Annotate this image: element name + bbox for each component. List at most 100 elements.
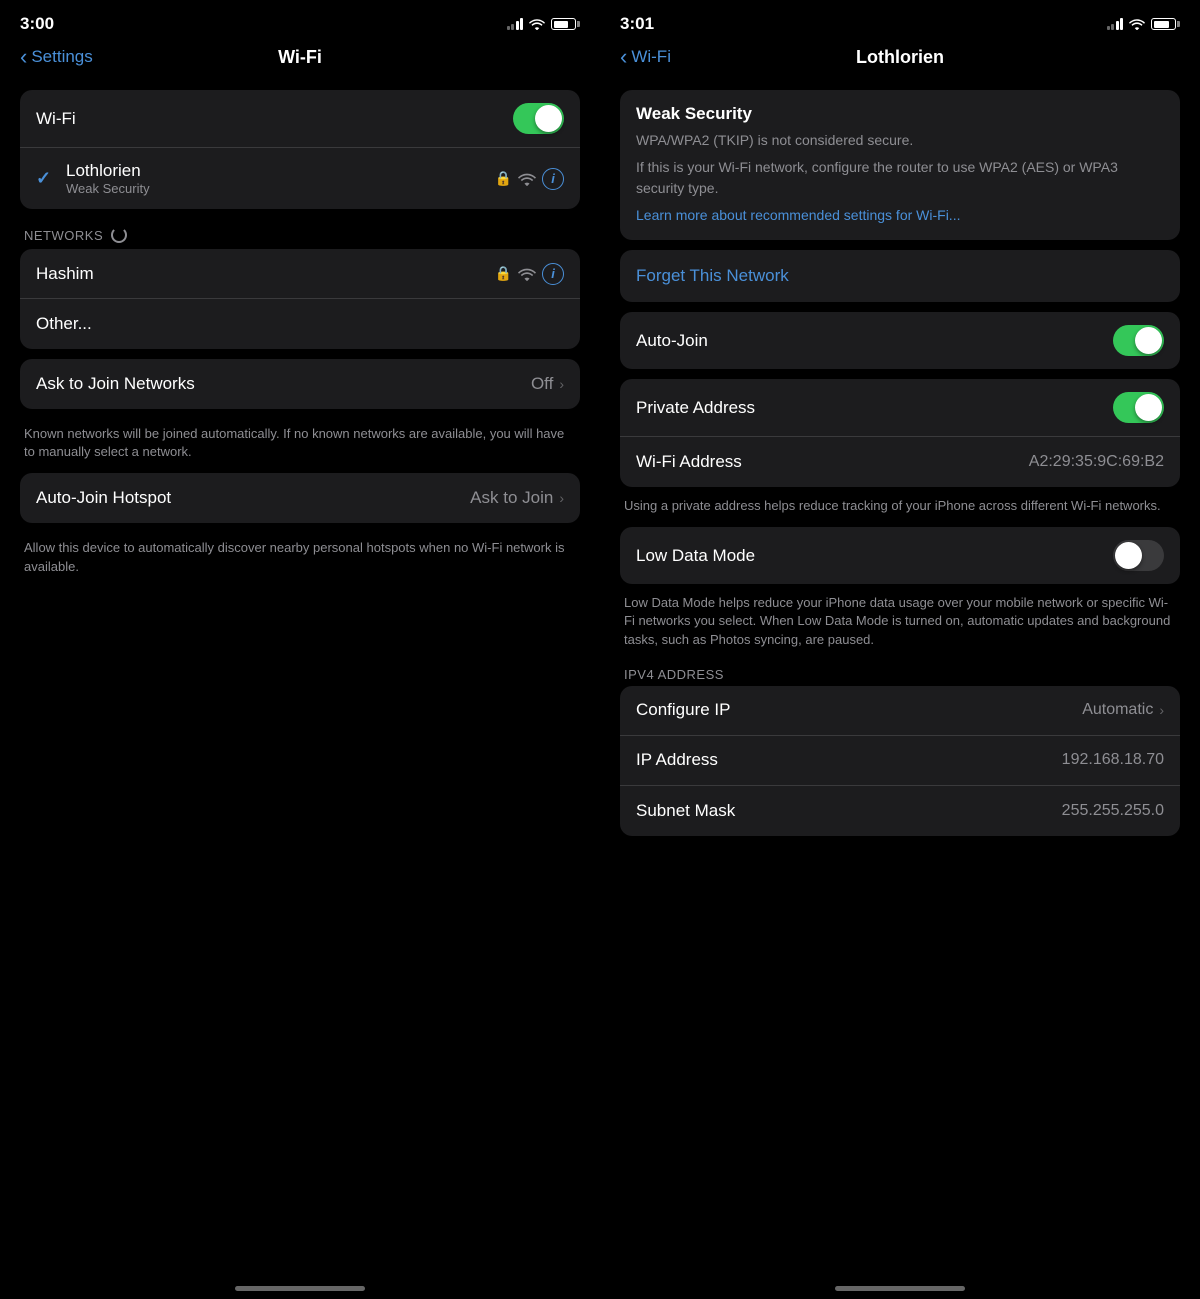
scroll-area-right: Weak Security WPA/WPA2 (TKIP) is not con…: [600, 80, 1200, 1265]
wifi-icon-right: [1129, 18, 1145, 30]
right-panel: 3:01 ‹ Wi-Fi Lothlorien: [600, 0, 1200, 1299]
nav-bar-left: ‹ Settings Wi-Fi: [0, 40, 600, 80]
info-icon-hashim[interactable]: i: [542, 263, 564, 285]
wifi-toggle-group: Wi-Fi ✓ Lothlorien Weak Security 🔒: [20, 90, 580, 209]
networks-spinner: [111, 227, 127, 243]
auto-join-hotspot-desc: Allow this device to automatically disco…: [20, 533, 580, 587]
status-bar-left: 3:00: [0, 0, 600, 40]
signal-icon: [507, 18, 524, 30]
ipv4-section-header: IPV4 ADDRESS: [620, 661, 1180, 686]
auto-join-group: Auto-Join: [620, 312, 1180, 369]
scroll-area-left: Wi-Fi ✓ Lothlorien Weak Security 🔒: [0, 80, 600, 1265]
lock-icon-connected: 🔒: [495, 170, 512, 187]
wifi-icon-hashim: [518, 267, 536, 281]
network-name-hashim: Hashim: [36, 264, 94, 284]
ask-join-chevron: ›: [559, 376, 564, 392]
back-label-right: Wi-Fi: [631, 47, 671, 67]
forget-network-label: Forget This Network: [636, 266, 789, 285]
status-bar-right: 3:01: [600, 0, 1200, 40]
back-button-right[interactable]: ‹ Wi-Fi: [620, 44, 671, 70]
auto-join-hotspot-group: Auto-Join Hotspot Ask to Join ›: [20, 473, 580, 523]
wifi-address-label: Wi-Fi Address: [636, 452, 742, 472]
home-indicator-right: [600, 1265, 1200, 1299]
network-name-other: Other...: [36, 314, 92, 334]
low-data-desc: Low Data Mode helps reduce your iPhone d…: [620, 588, 1180, 661]
back-label-left: Settings: [31, 47, 92, 67]
wifi-toggle[interactable]: [513, 103, 564, 134]
weak-security-body1: WPA/WPA2 (TKIP) is not considered secure…: [636, 130, 1164, 151]
auto-join-toggle[interactable]: [1113, 325, 1164, 356]
back-chevron-right: ‹: [620, 44, 627, 70]
nav-bar-right: ‹ Wi-Fi Lothlorien: [600, 40, 1200, 80]
low-data-label: Low Data Mode: [636, 546, 755, 566]
networks-group: Hashim 🔒 i Other...: [20, 249, 580, 349]
private-address-group: Private Address Wi-Fi Address A2:29:35:9…: [620, 379, 1180, 487]
auto-join-row[interactable]: Auto-Join: [620, 312, 1180, 369]
private-address-label: Private Address: [636, 398, 755, 418]
network-row-hashim[interactable]: Hashim 🔒 i: [20, 249, 580, 299]
auto-join-label: Auto-Join: [636, 331, 708, 351]
toggle-knob-low-data: [1115, 542, 1142, 569]
ask-join-value: Off ›: [531, 374, 564, 394]
auto-join-hotspot-value-text: Ask to Join: [470, 488, 553, 508]
connected-network-subtitle: Weak Security: [66, 181, 150, 196]
info-icon-connected[interactable]: i: [542, 168, 564, 190]
weak-security-title: Weak Security: [636, 104, 1164, 124]
ip-address-value: 192.168.18.70: [1062, 751, 1164, 769]
home-bar-right: [835, 1286, 965, 1291]
wifi-icon: [529, 18, 545, 30]
private-address-desc: Using a private address helps reduce tra…: [620, 491, 1180, 527]
network-row-other[interactable]: Other...: [20, 299, 580, 349]
wifi-address-value: A2:29:35:9C:69:B2: [1029, 453, 1164, 471]
battery-icon-right: [1151, 18, 1180, 30]
home-bar-left: [235, 1286, 365, 1291]
configure-ip-row[interactable]: Configure IP Automatic ›: [620, 686, 1180, 736]
connected-network-info: Lothlorien Weak Security: [66, 161, 150, 196]
ask-join-desc: Known networks will be joined automatica…: [20, 419, 580, 473]
ask-join-row[interactable]: Ask to Join Networks Off ›: [20, 359, 580, 409]
battery-icon: [551, 18, 580, 30]
ipv4-group: Configure IP Automatic › IP Address 192.…: [620, 686, 1180, 836]
auto-join-hotspot-chevron: ›: [559, 490, 564, 506]
ip-address-label: IP Address: [636, 750, 718, 770]
wifi-toggle-label: Wi-Fi: [36, 109, 76, 129]
wifi-toggle-row[interactable]: Wi-Fi: [20, 90, 580, 148]
nav-title-left: Wi-Fi: [278, 47, 322, 68]
ask-join-group: Ask to Join Networks Off ›: [20, 359, 580, 409]
configure-ip-label: Configure IP: [636, 700, 731, 720]
weak-security-body2: If this is your Wi-Fi network, configure…: [636, 157, 1164, 199]
configure-ip-chevron: ›: [1159, 702, 1164, 718]
subnet-mask-value: 255.255.255.0: [1062, 802, 1164, 820]
connected-network-name: Lothlorien: [66, 161, 150, 181]
private-address-toggle[interactable]: [1113, 392, 1164, 423]
auto-join-hotspot-row[interactable]: Auto-Join Hotspot Ask to Join ›: [20, 473, 580, 523]
low-data-group: Low Data Mode: [620, 527, 1180, 584]
low-data-toggle[interactable]: [1113, 540, 1164, 571]
networks-label-text: NETWORKS: [24, 228, 103, 243]
auto-join-hotspot-value: Ask to Join ›: [470, 488, 564, 508]
networks-section-label: NETWORKS: [20, 219, 580, 249]
network-icons-hashim: 🔒 i: [495, 263, 564, 285]
signal-icon-right: [1107, 18, 1124, 30]
back-button-left[interactable]: ‹ Settings: [20, 44, 93, 70]
wifi-icon-connected: [518, 172, 536, 186]
low-data-row[interactable]: Low Data Mode: [620, 527, 1180, 584]
ask-join-value-text: Off: [531, 374, 553, 394]
auto-join-hotspot-label: Auto-Join Hotspot: [36, 488, 171, 508]
weak-security-link[interactable]: Learn more about recommended settings fo…: [636, 205, 1164, 226]
connected-network-icons: 🔒 i: [495, 168, 564, 190]
forget-network-card[interactable]: Forget This Network: [620, 250, 1180, 302]
lock-icon-hashim: 🔒: [495, 265, 512, 282]
private-address-row[interactable]: Private Address: [620, 379, 1180, 437]
configure-ip-value-group: Automatic ›: [1082, 701, 1164, 719]
left-panel: 3:00 ‹ Settings Wi-Fi: [0, 0, 600, 1299]
back-chevron-left: ‹: [20, 44, 27, 70]
connected-network-left: ✓ Lothlorien Weak Security: [36, 161, 150, 196]
status-icons-left: [507, 18, 581, 30]
ask-join-label: Ask to Join Networks: [36, 374, 195, 394]
toggle-knob-auto-join: [1135, 327, 1162, 354]
subnet-mask-row: Subnet Mask 255.255.255.0: [620, 786, 1180, 836]
checkmark-icon: ✓: [36, 168, 56, 189]
time-right: 3:01: [620, 14, 654, 34]
connected-network-row[interactable]: ✓ Lothlorien Weak Security 🔒 i: [20, 148, 580, 209]
